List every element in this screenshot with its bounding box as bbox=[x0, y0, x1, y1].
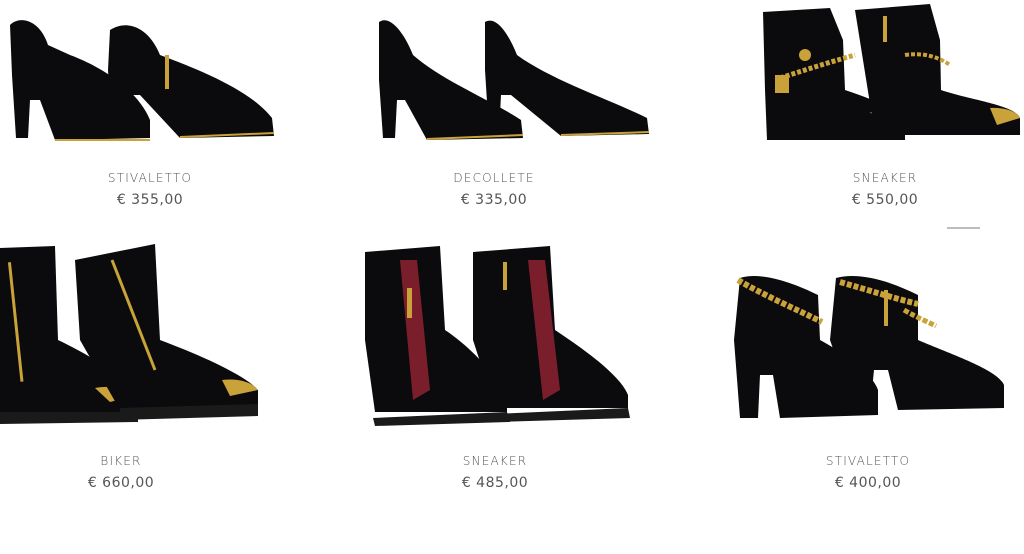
product-name[interactable]: STIVALETTO bbox=[718, 454, 1018, 468]
product-name[interactable]: STIVALETTO bbox=[0, 171, 300, 185]
product-image[interactable] bbox=[345, 240, 645, 430]
product-price: € 485,00 bbox=[461, 475, 529, 491]
product-image[interactable] bbox=[0, 0, 300, 160]
product-price: € 335,00 bbox=[460, 192, 528, 208]
product-image[interactable] bbox=[718, 240, 1018, 430]
carousel-indicator[interactable] bbox=[947, 227, 980, 229]
product-price: € 400,00 bbox=[834, 475, 902, 491]
product-price: € 355,00 bbox=[116, 192, 184, 208]
product-price: € 660,00 bbox=[87, 475, 155, 491]
product-image[interactable] bbox=[361, 0, 661, 160]
product-image[interactable] bbox=[0, 240, 300, 430]
product-name[interactable]: BIKER bbox=[0, 454, 271, 468]
product-price: € 550,00 bbox=[851, 192, 919, 208]
product-name[interactable]: SNEAKER bbox=[345, 454, 645, 468]
product-name[interactable]: DECOLLETE bbox=[344, 171, 644, 185]
product-image[interactable] bbox=[735, 0, 1024, 160]
product-name[interactable]: SNEAKER bbox=[735, 171, 1024, 185]
